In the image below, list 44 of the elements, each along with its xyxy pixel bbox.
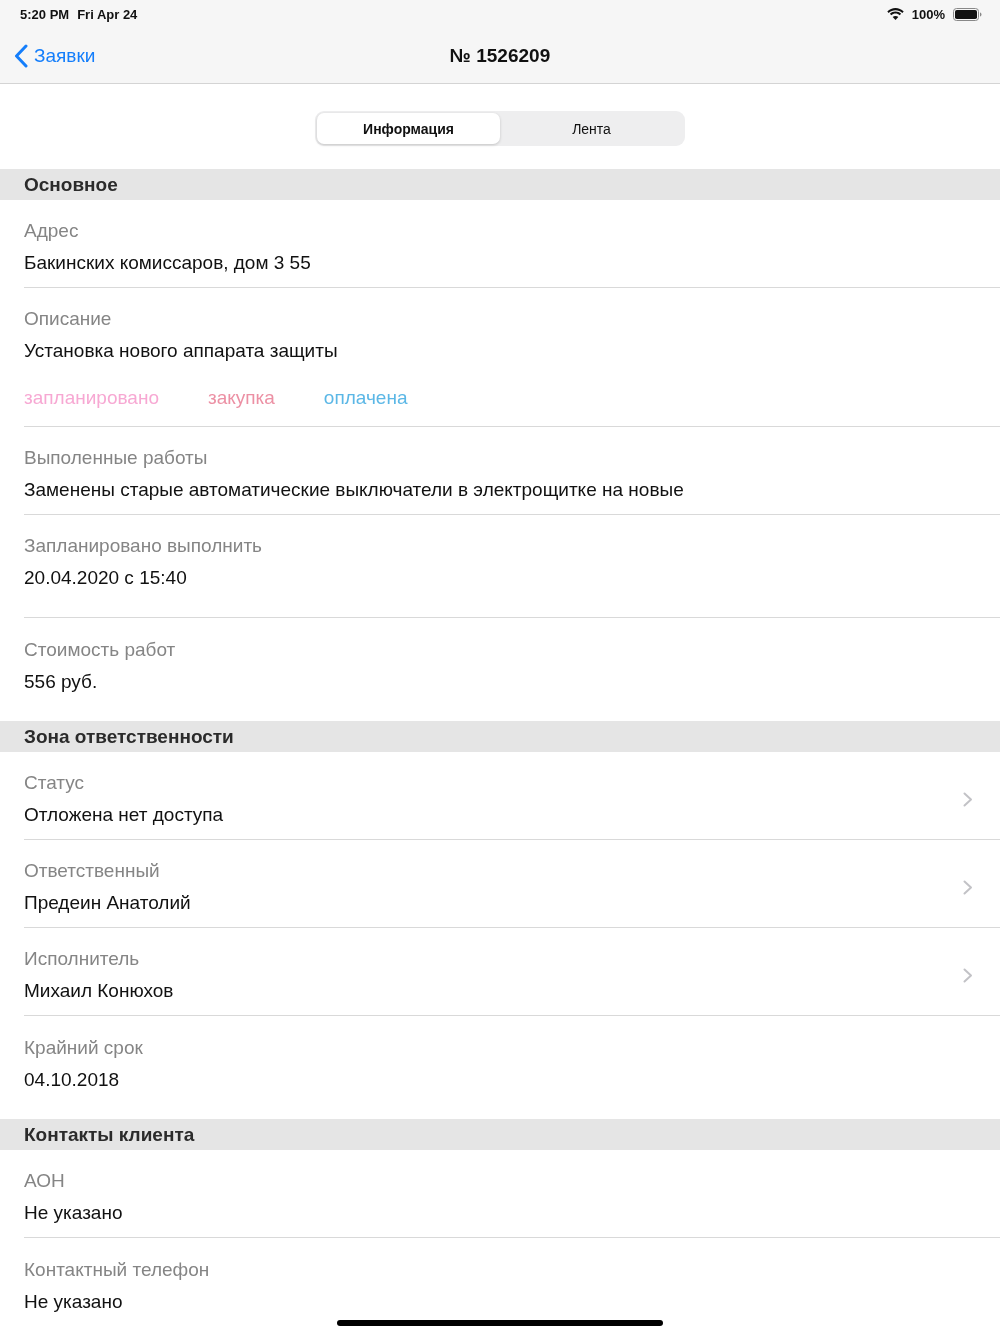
status-tag: закупка [207,386,275,410]
battery-percent: 100% [911,6,945,22]
status-date: Fri Apr 24 [77,6,138,22]
chevron-right-icon [963,967,973,983]
field-label: АОН [24,1169,65,1193]
field-label: Контактный телефон [24,1257,210,1282]
picker-row[interactable]: Ответственный Предеин Анатолий [24,840,1000,928]
chevron-right-icon [963,791,973,807]
field-value: 20.04.2020 с 15:40 [24,566,187,590]
field-value: Заменены старые автоматические выключатели в электрощитке на новые [24,478,684,502]
field-value: Не указано [24,1201,123,1225]
wifi-icon [886,8,904,20]
field-label: Стоимость работ [24,637,176,662]
field-value: Установка нового аппарата защиты [24,339,338,363]
field-value: Предеин Анатолий [24,891,191,915]
field-label: Крайний срок [24,1035,143,1060]
field-label: Исполнитель [24,947,140,971]
segment-tab[interactable]: Информация [317,113,500,144]
field-label: Запланировано выполнить [24,534,262,558]
back-button[interactable]: Заявки [14,43,96,68]
nav-title: № 1526209 [449,44,551,67]
field-value: Михаил Конюхов [24,979,174,1003]
field-label: Статус [24,771,85,795]
section-header: Основное [0,169,1000,200]
field-label: Адрес [24,219,79,243]
battery-icon [953,7,982,21]
status-tag: запланировано [24,386,159,410]
segment-tab[interactable]: Лента [500,113,683,144]
section-header: Контакты клиента [0,1119,1000,1150]
field-label: Выполенные работы [24,446,208,470]
field-value: 556 руб. [24,669,98,694]
status-time: 5:20 PM [20,6,70,22]
chevron-right-icon [963,879,973,895]
back-chevron-icon [14,43,28,68]
picker-row[interactable]: Статус Отложена нет доступа [24,752,1000,840]
field-value: Отложена нет доступа [24,803,224,827]
field-value: 04.10.2018 [24,1067,120,1092]
field-value: Не указано [24,1289,123,1314]
field-value: Бакинских комиссаров, дом 3 55 [24,251,311,275]
status-tag: оплачена [323,386,408,410]
field-label: Описание [24,307,112,331]
picker-row[interactable]: Исполнитель Михаил Конюхов [24,928,1000,1016]
field-label: Ответственный [24,859,160,883]
section-header: Зона ответственности [0,721,1000,752]
